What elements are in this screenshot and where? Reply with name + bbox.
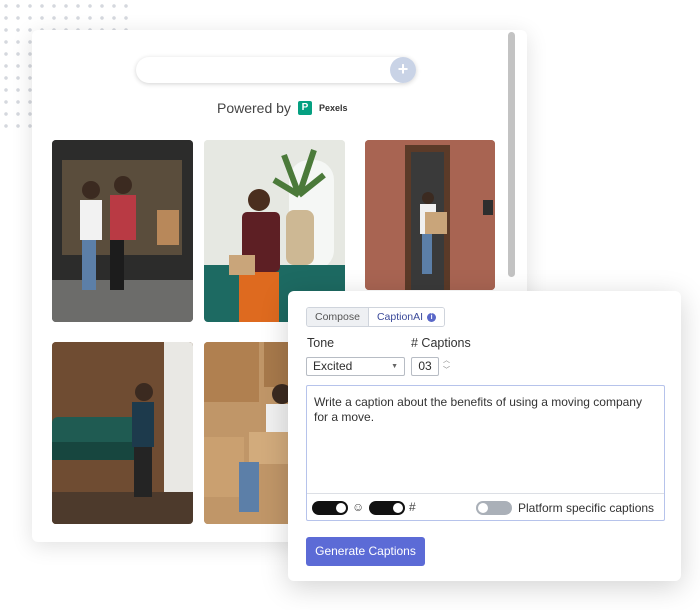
platform-specific-label: Platform specific captions <box>518 501 655 515</box>
tab-compose[interactable]: Compose <box>307 308 369 326</box>
photo-man-couch[interactable] <box>52 342 193 524</box>
info-icon[interactable]: i <box>427 312 437 322</box>
caption-prompt-text: Write a caption about the benefits of us… <box>314 395 642 424</box>
scrollbar[interactable] <box>508 32 515 277</box>
captions-count-stepper[interactable]: ︿ ﹀ <box>443 356 450 376</box>
photo-couple-van[interactable] <box>52 140 193 322</box>
captions-count-label: # Captions <box>411 336 471 350</box>
caption-prompt-field[interactable]: Write a caption about the benefits of us… <box>306 385 665 521</box>
powered-by: Powered by P Pexels <box>217 100 347 116</box>
emoji-toggle[interactable] <box>312 501 348 515</box>
chevron-down-icon[interactable]: ﹀ <box>443 366 450 376</box>
image-search-input[interactable]: + <box>136 57 416 83</box>
mode-tabs: Compose CaptionAI i <box>306 307 446 327</box>
pexels-logo-icon: P <box>297 101 312 115</box>
hashtag-icon: # <box>409 500 416 514</box>
captions-count-input[interactable]: 03 <box>411 357 439 376</box>
caption-generator-panel: Compose CaptionAI i Tone # Captions Exci… <box>288 291 681 581</box>
emoji-icon: ☺ <box>352 500 365 514</box>
plus-icon[interactable]: + <box>390 57 416 83</box>
tone-select[interactable]: Excited ▼ <box>306 357 405 376</box>
chevron-down-icon: ▼ <box>391 363 398 370</box>
tab-captionai-label: CaptionAI <box>376 311 424 323</box>
generate-captions-button[interactable]: Generate Captions <box>306 537 425 566</box>
hashtag-toggle[interactable] <box>369 501 405 515</box>
pexels-brand: Pexels <box>318 103 348 113</box>
photo-woman-doorway[interactable] <box>365 140 495 290</box>
tab-captionai[interactable]: CaptionAI i <box>368 308 445 326</box>
powered-by-label: Powered by <box>217 100 291 116</box>
platform-specific-toggle[interactable] <box>476 501 512 515</box>
tone-label: Tone <box>307 336 335 350</box>
tone-select-value: Excited <box>313 359 353 373</box>
chevron-up-icon[interactable]: ︿ <box>443 356 450 366</box>
prompt-toolbar: ☺ # Platform specific captions <box>307 493 664 520</box>
